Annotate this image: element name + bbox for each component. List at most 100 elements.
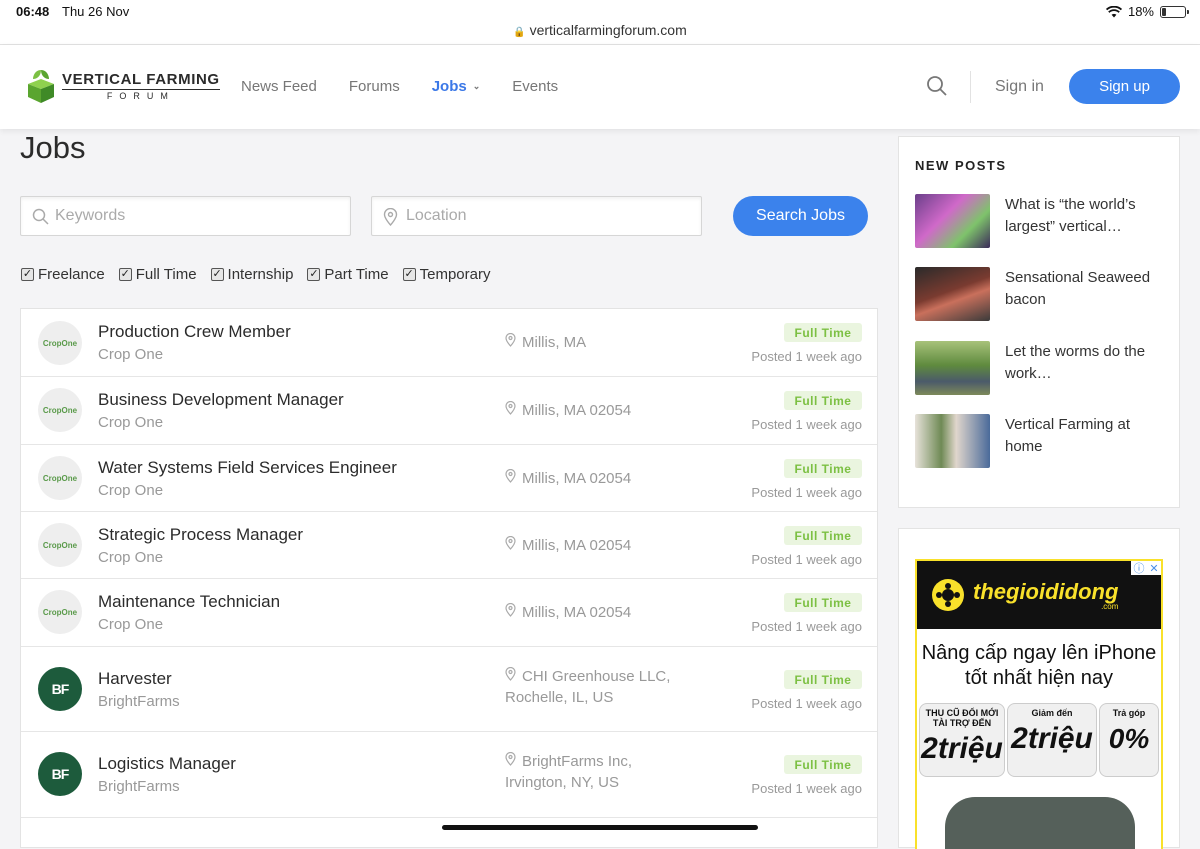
job-location: Millis, MA 02054 [505, 400, 705, 421]
ad-choices[interactable]: ⓘ ✕ [1131, 561, 1161, 575]
checkbox-checked-icon[interactable]: ✓ [307, 268, 321, 281]
checkbox-checked-icon[interactable]: ✓ [210, 268, 224, 281]
job-title[interactable]: Logistics Manager [98, 754, 236, 774]
job-company: Crop One [98, 414, 164, 431]
filter-label: Freelance [38, 266, 105, 283]
job-title[interactable]: Strategic Process Manager [98, 525, 303, 545]
filter-label: Full Time [135, 266, 197, 283]
post-thumbnail[interactable] [915, 341, 990, 395]
nav-events[interactable]: Events [512, 78, 558, 95]
filter-full-time[interactable]: ✓ Full Time [118, 266, 197, 283]
keywords-input[interactable]: Keywords [20, 196, 351, 236]
nav-news-feed[interactable]: News Feed [241, 78, 317, 95]
filter-label: Part Time [324, 266, 389, 283]
job-row[interactable]: CropOne Business Development Manager Cro… [21, 377, 877, 445]
job-title[interactable]: Maintenance Technician [98, 592, 280, 612]
sign-up-button[interactable]: Sign up [1069, 69, 1180, 104]
location-line2: Rochelle, IL, US [505, 689, 614, 706]
map-pin-icon [383, 208, 398, 226]
job-location: Millis, MA 02054 [505, 602, 705, 623]
info-icon[interactable]: ⓘ [1133, 560, 1144, 576]
ad-offer-value: 0% [1108, 723, 1150, 754]
job-row[interactable]: CropOne Maintenance Technician Crop One … [21, 579, 877, 647]
post-item[interactable]: Vertical Farming at home [915, 414, 1165, 469]
filter-part-time[interactable]: ✓ Part Time [307, 266, 389, 283]
new-posts-widget: NEW POSTS What is “the world’s largest” … [898, 136, 1180, 508]
company-logo-text: CropOne [42, 338, 78, 348]
company-logo: CropOne [38, 590, 82, 634]
map-pin-icon [505, 602, 516, 623]
sign-in-link[interactable]: Sign in [995, 78, 1044, 96]
location-line1: Millis, MA 02054 [522, 604, 632, 621]
job-location: BrightFarms Inc, Irvington, NY, US [505, 751, 705, 793]
company-logo-text: BF [51, 681, 70, 697]
nav-jobs[interactable]: Jobs ⌄ [432, 78, 481, 95]
location-line2: Irvington, NY, US [505, 774, 619, 791]
job-location: CHI Greenhouse LLC, Rochelle, IL, US [505, 666, 705, 708]
location-line1: Millis, MA [522, 334, 587, 351]
search-jobs-button[interactable]: Search Jobs [733, 196, 868, 236]
job-row[interactable]: CropOne Water Systems Field Services Eng… [21, 445, 877, 512]
job-title[interactable]: Harvester [98, 669, 172, 689]
checkbox-checked-icon[interactable]: ✓ [21, 268, 34, 281]
logo-wordmark: VERTICAL FARMING FORUM [62, 71, 220, 101]
filter-freelance[interactable]: ✓ Freelance [21, 266, 105, 283]
post-item[interactable]: What is “the world’s largest” vertical… [915, 194, 1165, 249]
logo-line1: VERTICAL FARMING [62, 71, 220, 88]
job-location: Millis, MA [505, 332, 705, 353]
post-title[interactable]: Sensational Seaweed bacon [1005, 267, 1165, 311]
job-row[interactable]: BF Harvester BrightFarms CHI Greenhouse … [21, 647, 877, 732]
ad-headline: Nâng cấp ngay lên iPhone tốt nhất hiện n… [921, 642, 1157, 689]
map-pin-icon [505, 400, 516, 421]
site-logo[interactable]: VERTICAL FARMING FORUM [26, 68, 220, 104]
job-title[interactable]: Production Crew Member [98, 322, 291, 342]
search-icon[interactable] [926, 75, 948, 97]
job-row[interactable]: BF Logistics Manager BrightFarms BrightF… [21, 732, 877, 818]
job-row[interactable]: CropOne Production Crew Member Crop One … [21, 309, 877, 377]
job-type-filters: ✓ Freelance ✓ Full Time ✓ Internship ✓ Part … [21, 266, 490, 283]
post-item[interactable]: Let the worms do the work… [915, 341, 1165, 396]
ad-offer-label: Giảm đến [1031, 708, 1073, 718]
ad-offer-trade-in: THU CŨ ĐỔI MỚI TÀI TRỢ ĐẾN 2triệu [919, 703, 1005, 777]
close-icon[interactable]: ✕ [1149, 562, 1158, 575]
job-company: BrightFarms [98, 778, 180, 795]
checkbox-checked-icon[interactable]: ✓ [118, 268, 132, 281]
post-thumbnail[interactable] [915, 194, 990, 248]
job-company: Crop One [98, 482, 164, 499]
filter-label: Internship [227, 266, 294, 283]
logo-line2: FORUM [62, 89, 220, 101]
post-item[interactable]: Sensational Seaweed bacon [915, 267, 1165, 322]
address-bar[interactable]: 🔒 verticalfarmingforum.com [0, 22, 1200, 38]
filter-label: Temporary [419, 266, 491, 283]
company-logo-text: CropOne [42, 540, 78, 550]
lock-icon: 🔒 [513, 27, 526, 38]
map-pin-icon [505, 332, 516, 353]
status-bar: 06:48 Thu 26 Nov 🔒 verticalfarmingforum.… [0, 0, 1200, 45]
location-placeholder: Location [406, 207, 467, 224]
ad-offer-value: 2triệu [921, 732, 1003, 765]
nav-forums[interactable]: Forums [349, 78, 400, 95]
post-thumbnail[interactable] [915, 414, 990, 468]
map-pin-icon [505, 666, 516, 687]
filter-temporary[interactable]: ✓ Temporary [402, 266, 491, 283]
job-title[interactable]: Business Development Manager [98, 390, 344, 410]
filter-internship[interactable]: ✓ Internship [210, 266, 294, 283]
posted-date: Posted 1 week ago [751, 696, 862, 711]
checkbox-checked-icon[interactable]: ✓ [402, 268, 416, 281]
post-title[interactable]: What is “the world’s largest” vertical… [1005, 194, 1165, 238]
map-pin-icon [505, 468, 516, 489]
job-title[interactable]: Water Systems Field Services Engineer [98, 458, 397, 478]
company-logo: CropOne [38, 456, 82, 500]
job-company: BrightFarms [98, 693, 180, 710]
post-thumbnail[interactable] [915, 267, 990, 321]
post-title[interactable]: Vertical Farming at home [1005, 414, 1165, 458]
post-title[interactable]: Let the worms do the work… [1005, 341, 1165, 385]
company-logo-text: CropOne [42, 405, 78, 415]
url-text: verticalfarmingforum.com [529, 22, 687, 38]
job-row[interactable]: CropOne Strategic Process Manager Crop O… [21, 512, 877, 579]
company-logo: CropOne [38, 388, 82, 432]
advertisement[interactable]: thegioididong .com ⓘ ✕ Nâng cấp ngay lên… [915, 559, 1163, 849]
location-input[interactable]: Location [371, 196, 702, 236]
company-logo-text: CropOne [42, 607, 78, 617]
job-listings: CropOne Production Crew Member Crop One … [20, 308, 878, 848]
